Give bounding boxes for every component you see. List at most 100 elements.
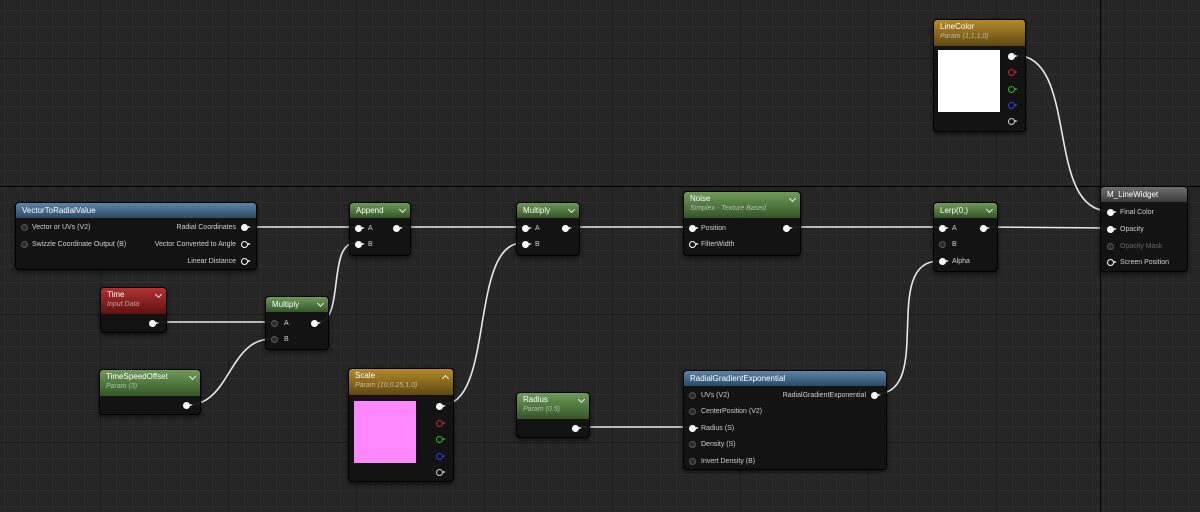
input-pin[interactable] — [355, 225, 365, 232]
input-pin[interactable] — [689, 225, 699, 232]
input-pin[interactable] — [271, 320, 278, 327]
node-header[interactable]: Multiply — [517, 203, 579, 218]
pin-label: Radius (S) — [701, 425, 735, 432]
input-pin[interactable] — [689, 408, 696, 415]
node-header[interactable]: LineColor Param (1,1,1,0) — [934, 20, 1025, 46]
input-pin[interactable] — [21, 224, 28, 231]
output-pin[interactable] — [241, 241, 251, 248]
input-pin[interactable] — [1107, 226, 1117, 233]
node-subtitle: Input Data — [107, 301, 140, 308]
node-header[interactable]: Scale Param (10,0.25,1,0) — [349, 369, 453, 395]
node-header[interactable]: Radius Param (0.5) — [517, 393, 589, 419]
collapse-chevron-icon[interactable] — [577, 395, 586, 404]
output-pin[interactable] — [980, 225, 990, 232]
node-vector-to-radial-value[interactable]: VectorToRadialValue Vector or UVs (V2) S… — [15, 202, 257, 270]
node-header[interactable]: RadialGradientExponential — [684, 371, 886, 386]
node-material-output[interactable]: M_LineWidget Final Color Opacity Opacity… — [1100, 186, 1188, 272]
input-pin[interactable] — [689, 392, 696, 399]
input-pin[interactable] — [939, 225, 949, 232]
output-pin[interactable] — [572, 425, 582, 432]
input-pin[interactable] — [939, 241, 946, 248]
node-subtitle: Param (3) — [106, 383, 138, 390]
output-pin-blue[interactable] — [436, 453, 446, 460]
output-pin[interactable] — [149, 320, 159, 327]
input-pin[interactable] — [689, 241, 699, 248]
pin-label: B — [535, 241, 540, 248]
output-pin-rgba[interactable] — [1008, 53, 1018, 60]
input-pin[interactable] — [522, 225, 532, 232]
wire-linecolor-to-finalcolor — [1014, 54, 1110, 212]
input-pin[interactable] — [689, 458, 696, 465]
collapse-chevron-icon[interactable] — [985, 205, 994, 214]
output-pin-alpha[interactable] — [436, 469, 446, 476]
pin-label: Opacity Mask — [1120, 243, 1163, 250]
output-pin-rgba[interactable] — [436, 403, 446, 410]
node-header[interactable]: M_LineWidget — [1101, 187, 1187, 202]
output-pin[interactable] — [783, 225, 793, 232]
output-pin-green[interactable] — [436, 436, 446, 443]
node-title: Lerp(0,) — [940, 206, 969, 215]
output-pin[interactable] — [241, 258, 251, 265]
input-pin[interactable] — [1107, 243, 1114, 250]
node-header[interactable]: Time Input Data — [101, 288, 166, 314]
collapse-chevron-icon[interactable] — [567, 205, 576, 214]
node-time[interactable]: Time Input Data — [100, 287, 167, 333]
output-pin[interactable] — [393, 225, 403, 232]
node-header[interactable]: Noise Simplex - Texture Based — [684, 192, 800, 218]
pin-label: Alpha — [952, 258, 970, 265]
node-noise[interactable]: Noise Simplex - Texture Based Position F… — [683, 191, 801, 256]
pin-label: Linear Distance — [187, 258, 236, 265]
node-header[interactable]: Lerp(0,) — [934, 203, 997, 218]
input-pin[interactable] — [939, 258, 949, 265]
pin-label: A — [535, 225, 540, 232]
collapse-chevron-icon[interactable] — [398, 205, 407, 214]
output-pin-red[interactable] — [1008, 69, 1018, 76]
node-title: Time — [107, 290, 125, 299]
collapse-chevron-icon[interactable] — [154, 290, 163, 299]
input-pin[interactable] — [1107, 209, 1117, 216]
collapse-chevron-icon[interactable] — [188, 372, 197, 381]
collapse-chevron-icon[interactable] — [316, 299, 325, 308]
output-pin[interactable] — [183, 402, 193, 409]
input-pin[interactable] — [689, 441, 696, 448]
node-multiply[interactable]: Multiply A B — [265, 296, 329, 350]
node-subtitle: Param (0.5) — [523, 406, 560, 413]
node-append[interactable]: Append A B — [349, 202, 411, 256]
output-pin[interactable] — [311, 320, 321, 327]
node-header[interactable]: VectorToRadialValue — [16, 203, 256, 218]
output-pin[interactable] — [562, 225, 572, 232]
node-lerp[interactable]: Lerp(0,) A B Alpha — [933, 202, 998, 272]
node-title: Noise — [690, 194, 711, 203]
output-pin-green[interactable] — [1008, 86, 1018, 93]
node-radial-gradient-exponential[interactable]: RadialGradientExponential UVs (V2) Cente… — [683, 370, 887, 470]
output-pin-alpha[interactable] — [1008, 118, 1018, 125]
node-radius[interactable]: Radius Param (0.5) — [516, 392, 590, 438]
node-time-speed-offset[interactable]: TimeSpeedOffset Param (3) — [99, 369, 201, 415]
node-subtitle: Param (10,0.25,1,0) — [355, 382, 418, 389]
pin-label: B — [284, 336, 289, 343]
input-pin[interactable] — [522, 241, 532, 248]
node-header[interactable]: Append — [350, 203, 410, 218]
output-pin-red[interactable] — [436, 420, 446, 427]
node-header[interactable]: Multiply — [266, 297, 328, 312]
output-pin-blue[interactable] — [1008, 102, 1018, 109]
node-multiply-2[interactable]: Multiply A B — [516, 202, 580, 256]
pin-label: FilterWidth — [701, 241, 735, 248]
input-pin[interactable] — [689, 425, 699, 432]
node-line-color[interactable]: LineColor Param (1,1,1,0) — [933, 19, 1026, 132]
color-preview-swatch — [353, 400, 417, 464]
output-pin[interactable] — [871, 392, 881, 399]
input-pin[interactable] — [355, 241, 365, 248]
pin-label: Final Color — [1120, 209, 1154, 216]
input-pin[interactable] — [21, 241, 28, 248]
collapse-chevron-icon[interactable] — [788, 194, 797, 203]
output-pin[interactable] — [241, 224, 251, 231]
node-header[interactable]: TimeSpeedOffset Param (3) — [100, 370, 200, 396]
pin-label: A — [952, 225, 957, 232]
pin-label: A — [368, 225, 373, 232]
pin-label: Screen Position — [1120, 259, 1170, 266]
input-pin[interactable] — [271, 336, 278, 343]
input-pin[interactable] — [1107, 259, 1117, 266]
pin-label: Invert Density (B) — [701, 458, 756, 465]
node-scale[interactable]: Scale Param (10,0.25,1,0) — [348, 368, 454, 482]
